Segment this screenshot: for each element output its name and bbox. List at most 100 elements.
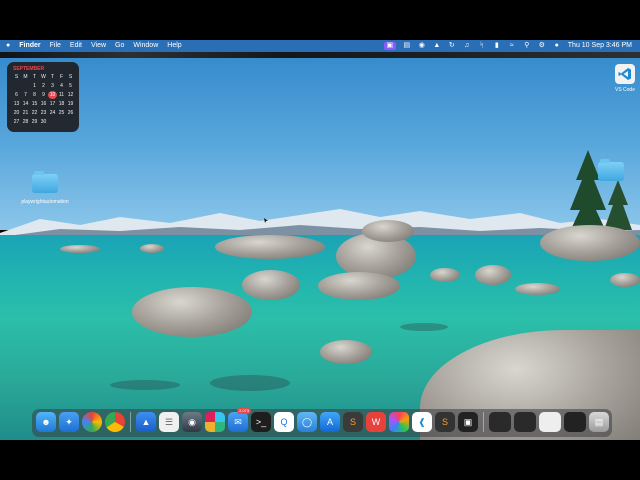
calendar-day: 20 — [13, 110, 20, 116]
calendar-weekday: T — [50, 74, 55, 80]
menu-clock[interactable]: Thu 10 Sep 3:46 PM — [568, 40, 632, 52]
photos-icon[interactable] — [389, 412, 409, 432]
wallpaper-rock — [430, 268, 460, 282]
search-icon[interactable]: ⚲ — [523, 42, 531, 50]
control-center-icon[interactable]: ⚙ — [538, 42, 546, 50]
sublime-text-icon[interactable]: S — [343, 412, 363, 432]
desktop-vscode[interactable]: VS Code — [610, 64, 640, 93]
calendar-day: 26 — [67, 110, 74, 116]
calendar-month: SEPTEMBER — [13, 66, 45, 72]
wallpaper-rock — [60, 245, 100, 253]
wps-office-icon[interactable]: W — [366, 412, 386, 432]
safari-icon[interactable]: ✦ — [59, 412, 79, 432]
calendar-day — [21, 82, 30, 90]
calendar-weekday: W — [41, 74, 46, 80]
vscode-dock-icon[interactable]: ❰ — [412, 412, 432, 432]
calendar-weekday: S — [14, 74, 19, 80]
calendar-day: 28 — [22, 119, 29, 125]
battery-icon[interactable]: ▮ — [493, 42, 501, 50]
keynote-icon[interactable]: ▲ — [136, 412, 156, 432]
menu-app-name[interactable]: Finder — [19, 40, 40, 52]
finder-icon[interactable]: ☻ — [36, 412, 56, 432]
minimized-window-2[interactable] — [514, 412, 536, 432]
bluetooth-icon[interactable]: ᛋ — [478, 42, 486, 50]
slack-icon[interactable] — [205, 412, 225, 432]
desktop-vscode-label: VS Code — [614, 87, 635, 93]
minimized-window-4[interactable] — [564, 412, 586, 432]
menu-bar: ● Finder File Edit View Go Window Help ▣… — [0, 40, 640, 52]
chrome-canary-icon[interactable] — [82, 412, 102, 432]
teams-icon[interactable]: ◉ — [418, 42, 426, 50]
dock-separator — [483, 412, 484, 432]
mail-icon[interactable]: ✉ 2,073 — [228, 408, 251, 432]
desktop-folder-label: playwrightautomation — [21, 199, 69, 205]
calendar-weekday: T — [32, 74, 37, 80]
calendar-day: 17 — [49, 101, 56, 107]
menu-file[interactable]: File — [50, 40, 61, 52]
calendar-weekday: F — [59, 74, 64, 80]
wallpaper-sky — [0, 40, 640, 230]
calendar-weekday: M — [23, 74, 28, 80]
desktop-folder-right[interactable] — [596, 159, 626, 181]
wallpaper-rock — [215, 235, 325, 259]
folder-icon — [32, 171, 58, 193]
calendar-day: 27 — [13, 119, 20, 125]
calendar-day: 23 — [40, 110, 47, 116]
calendar-day: 21 — [22, 110, 29, 116]
chrome-icon[interactable] — [105, 412, 125, 432]
calendar-day: 1 — [33, 83, 36, 89]
desktop-screen: ● Finder File Edit View Go Window Help ▣… — [0, 40, 640, 440]
calendar-day: 2 — [42, 83, 45, 89]
menu-shadow-strip — [0, 52, 640, 58]
mail-badge: 2,073 — [236, 408, 251, 414]
calendar-day: 15 — [31, 101, 38, 107]
menu-view[interactable]: View — [91, 40, 106, 52]
calendar-day: 4 — [60, 83, 63, 89]
notification-icon[interactable]: ▲ — [433, 42, 441, 50]
wifi-icon[interactable]: ≈ — [508, 42, 516, 50]
calendar-day: 12 — [67, 92, 74, 98]
cube-app-icon[interactable]: ▣ — [458, 412, 478, 432]
quicktime-icon[interactable]: Q — [274, 412, 294, 432]
calendar-day: 6 — [15, 92, 18, 98]
letterbox-top — [0, 0, 640, 40]
calendar-grid: S M T W T F S 1 2 3 4 5 6 7 8 9 10 11 12 13 14 15 16 17 18 19 20 21… — [12, 73, 76, 126]
user-icon[interactable]: ● — [553, 42, 561, 50]
wallpaper-rock — [132, 287, 252, 337]
vscode-icon — [615, 64, 635, 84]
screen-record-icon[interactable]: ▣ — [383, 42, 396, 50]
minimized-window-3[interactable] — [539, 412, 561, 432]
dock-separator — [130, 412, 131, 432]
terminal-icon[interactable]: >_ — [251, 412, 271, 432]
menu-go[interactable]: Go — [115, 40, 124, 52]
edge-icon[interactable]: ◯ — [297, 412, 317, 432]
menu-edit[interactable]: Edit — [70, 40, 82, 52]
calendar-day: 19 — [67, 101, 74, 107]
calendar-day: 11 — [58, 92, 65, 98]
display-icon[interactable]: ▤ — [403, 42, 411, 50]
apple-menu-icon[interactable]: ● — [6, 40, 10, 52]
calendar-day — [12, 82, 21, 90]
volume-icon[interactable]: ♫ — [463, 42, 471, 50]
wallpaper-rock — [318, 272, 400, 300]
wallpaper-rock — [610, 273, 640, 287]
trash-icon[interactable]: ▤ — [589, 412, 609, 432]
wallpaper-rock — [475, 265, 511, 285]
minimized-window-1[interactable] — [489, 412, 511, 432]
notes-icon[interactable]: ☰ — [159, 412, 179, 432]
sublime-merge-icon[interactable]: S — [435, 412, 455, 432]
calendar-day: 13 — [13, 101, 20, 107]
menu-window[interactable]: Window — [133, 40, 158, 52]
menu-help[interactable]: Help — [167, 40, 181, 52]
calendar-day: 5 — [69, 83, 72, 89]
app-store-icon[interactable]: A — [320, 412, 340, 432]
calendar-day: 8 — [33, 92, 36, 98]
sync-icon[interactable]: ↻ — [448, 42, 456, 50]
wallpaper-underwater-rock — [110, 380, 180, 390]
calendar-widget[interactable]: SEPTEMBER S M T W T F S 1 2 3 4 5 6 7 8 9 10 11 12 13 14 15 16… — [7, 62, 79, 132]
calendar-day — [48, 118, 57, 126]
calendar-day: 25 — [58, 110, 65, 116]
wallpaper-rock — [320, 340, 372, 364]
disk-utility-icon[interactable]: ◉ — [182, 412, 202, 432]
desktop-folder[interactable]: playwrightautomation — [14, 171, 76, 205]
